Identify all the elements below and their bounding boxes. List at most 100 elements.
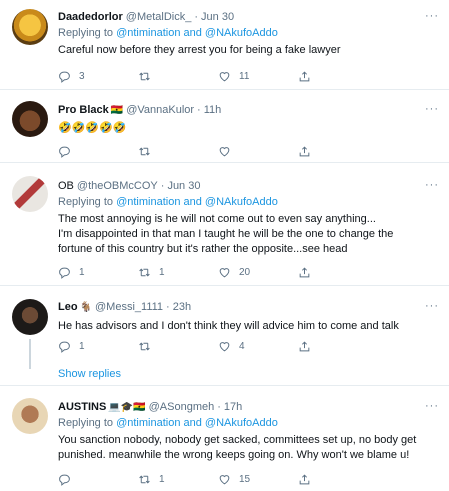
reply-button[interactable]: 1 <box>58 264 138 280</box>
tweet[interactable]: AUSTINS 💻🎓🇬🇭 @ASongmeh · 17h Replying to… <box>0 387 449 491</box>
tweet-text-line: I'm disappointed in that man I taught he… <box>58 228 394 240</box>
reply-icon <box>59 474 70 486</box>
display-name[interactable]: OB <box>58 179 74 194</box>
display-name[interactable]: Pro Black <box>58 103 109 118</box>
retweet-count: 1 <box>159 266 165 278</box>
share-button[interactable] <box>298 471 328 487</box>
tweet-text: 🤣🤣🤣🤣🤣 <box>58 122 127 134</box>
share-icon <box>299 70 310 81</box>
reply-button[interactable]: 1 <box>58 338 138 354</box>
handle[interactable]: @ASongmeh <box>149 400 215 415</box>
timestamp[interactable]: 17h <box>224 400 242 415</box>
timestamp[interactable]: Jun 30 <box>201 10 234 25</box>
avatar[interactable] <box>12 299 48 335</box>
retweet-icon <box>139 342 150 350</box>
separator-dot: · <box>197 104 201 116</box>
share-button[interactable] <box>298 338 328 354</box>
like-icon <box>219 146 230 156</box>
like-button[interactable]: 20 <box>218 264 298 280</box>
name-emoji: 💻🎓🇬🇭 <box>108 402 146 413</box>
retweet-button[interactable]: 1 <box>138 471 218 487</box>
replying-prefix: Replying to <box>58 196 117 208</box>
timestamp[interactable]: 23h <box>173 300 191 315</box>
like-button[interactable]: 4 <box>218 338 298 354</box>
name-emoji: 🐐 <box>79 302 93 313</box>
retweet-count: 1 <box>159 473 165 485</box>
like-button[interactable]: 15 <box>218 471 298 487</box>
reply-count: 1 <box>79 266 85 278</box>
share-icon <box>299 473 310 484</box>
display-name[interactable]: AUSTINS <box>58 400 106 415</box>
replying-to-links[interactable]: @ntimination and @NAkufoAddo <box>116 417 278 429</box>
tweet-actions: 1 15 <box>58 471 388 487</box>
separator-dot: · <box>194 11 199 23</box>
share-button[interactable] <box>298 143 328 159</box>
tweet-actions: 1 4 <box>58 338 388 354</box>
replying-to-links[interactable]: @ntimination and @NAkufoAddo <box>116 27 278 39</box>
handle[interactable]: @theOBMcCOY <box>77 179 158 194</box>
more-icon[interactable]: ··· <box>425 300 439 312</box>
more-icon[interactable]: ··· <box>425 179 439 191</box>
timestamp[interactable]: Jun 30 <box>167 179 200 194</box>
share-button[interactable] <box>298 264 328 280</box>
reply-icon <box>59 341 70 353</box>
tweet-text-line: The most annoying is he will not come ou… <box>58 213 376 225</box>
timestamp[interactable]: 11h <box>204 103 222 118</box>
replying-to: Replying to @ntimination and @NAkufoAddo <box>58 195 437 210</box>
replying-prefix: Replying to <box>58 27 117 39</box>
like-count: 11 <box>239 70 250 82</box>
tweet[interactable]: Pro Black 🇬🇭 @VannaKulor · 11h 🤣🤣🤣🤣🤣 ··· <box>0 91 449 163</box>
retweet-icon <box>139 72 150 80</box>
tweet-text-line: You sanction nobody, nobody get sacked, … <box>58 434 417 446</box>
handle[interactable]: @MetalDick_ <box>126 10 192 25</box>
like-icon <box>219 474 230 484</box>
avatar[interactable] <box>12 9 48 45</box>
more-icon[interactable]: ··· <box>425 400 439 412</box>
reply-button[interactable] <box>58 143 138 159</box>
share-button[interactable] <box>298 68 328 84</box>
tweet-text: He has advisors and I don't think they w… <box>58 320 399 332</box>
like-icon <box>219 267 230 277</box>
retweet-button[interactable] <box>138 143 218 159</box>
reply-icon <box>59 71 70 83</box>
more-icon[interactable]: ··· <box>425 10 439 22</box>
retweet-icon <box>139 147 150 155</box>
tweet-text: You sanction nobody, nobody get sacked, … <box>58 433 437 463</box>
reply-button[interactable]: 3 <box>58 68 138 84</box>
tweet[interactable]: Leo 🐐 @Messi_1111 · 23h He has advisors … <box>0 287 449 386</box>
replying-to: Replying to @ntimination and @NAkufoAddo <box>58 416 437 431</box>
like-button[interactable]: 11 <box>218 68 298 84</box>
tweet[interactable]: OB @theOBMcCOY · Jun 30 Replying to @nti… <box>0 164 449 286</box>
replying-to: Replying to @ntimination and @NAkufoAddo <box>58 26 437 41</box>
more-icon[interactable]: ··· <box>425 103 439 115</box>
tweet[interactable]: Daadedorlor @MetalDick_ · Jun 30 Replyin… <box>0 0 449 90</box>
retweet-button[interactable] <box>138 68 218 84</box>
retweet-button[interactable]: 1 <box>138 264 218 280</box>
tweet-text-line: punished. meanwhile the wrong keeps goin… <box>58 449 410 461</box>
replying-to-links[interactable]: @ntimination and @NAkufoAddo <box>116 196 278 208</box>
tweet-text: The most annoying is he will not come ou… <box>58 212 437 257</box>
display-name[interactable]: Daadedorlor <box>58 10 123 25</box>
reply-button[interactable] <box>58 471 138 487</box>
handle[interactable]: @Messi_1111 <box>95 300 163 315</box>
share-icon <box>299 266 310 277</box>
reply-icon <box>59 267 70 279</box>
share-icon <box>299 145 310 156</box>
reply-count: 3 <box>79 70 85 82</box>
separator-dot: · <box>217 401 221 413</box>
display-name[interactable]: Leo <box>58 300 78 315</box>
reply-icon <box>59 146 70 158</box>
retweet-button[interactable] <box>138 338 218 354</box>
handle[interactable]: @VannaKulor <box>126 103 194 118</box>
separator-dot: · <box>166 301 170 313</box>
retweet-icon <box>139 475 150 483</box>
show-replies-link[interactable]: Show replies <box>58 368 121 380</box>
avatar[interactable] <box>12 398 48 434</box>
like-button[interactable] <box>218 143 298 159</box>
like-icon <box>219 71 230 81</box>
avatar[interactable] <box>12 101 48 137</box>
retweet-icon <box>139 268 150 276</box>
thread-line <box>29 339 31 369</box>
avatar[interactable] <box>12 176 48 212</box>
like-icon <box>219 341 230 351</box>
